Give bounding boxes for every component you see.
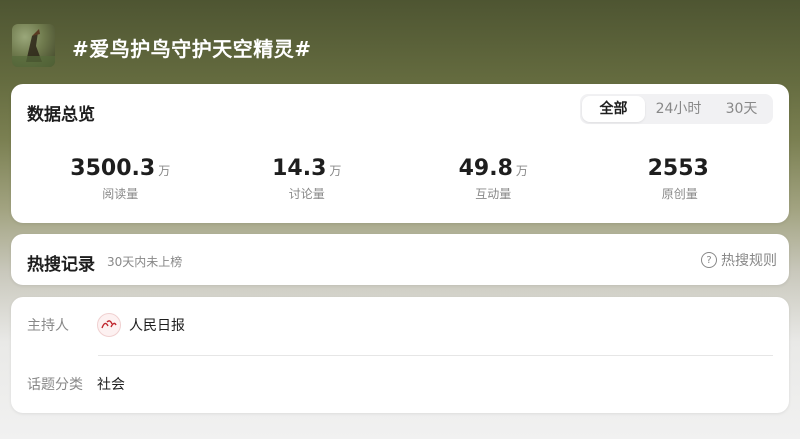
hot-search-card: 热搜记录 30天内未上榜 ? 热搜规则: [11, 234, 789, 285]
topic-thumbnail[interactable]: [12, 24, 55, 67]
hot-search-rules-link[interactable]: ? 热搜规则: [701, 250, 777, 270]
category-value: 社会: [97, 377, 125, 393]
stat-value: 49.8: [458, 156, 513, 181]
info-divider: [98, 355, 773, 356]
stat-unit: 万: [158, 164, 171, 178]
topic-info-card: 主持人 人民日报 话题分类 社会: [11, 297, 789, 413]
data-overview-card: 数据总览 全部 24小时 30天 3500.3 万 阅读量 14.3 万 讨论量 4…: [11, 84, 789, 223]
stat-label: 原创量: [661, 187, 698, 201]
time-range-tabs: 全部 24小时 30天: [580, 94, 773, 124]
stat-value: 2553: [647, 156, 709, 181]
stat-discussions: 14.3 万 讨论量: [214, 156, 401, 202]
stat-value: 3500.3: [70, 156, 156, 181]
stat-interactions: 49.8 万 互动量: [400, 156, 587, 202]
tab-24h[interactable]: 24小时: [647, 94, 710, 124]
stat-label: 互动量: [475, 187, 512, 201]
stat-unit: 万: [329, 164, 342, 178]
tab-all[interactable]: 全部: [582, 96, 645, 122]
host-row: 主持人 人民日报: [27, 313, 773, 337]
hot-search-status: 30天内未上榜: [107, 255, 183, 269]
category-label: 话题分类: [27, 377, 83, 393]
stats-row: 3500.3 万 阅读量 14.3 万 讨论量 49.8 万 互动量 2553 原创量: [27, 156, 773, 202]
bird-photo-icon: [12, 29, 55, 67]
tab-30d[interactable]: 30天: [710, 94, 773, 124]
host-name[interactable]: 人民日报: [129, 315, 185, 335]
stat-label: 讨论量: [288, 187, 325, 201]
overview-title: 数据总览: [27, 105, 95, 125]
host-avatar[interactable]: [97, 313, 121, 337]
stat-reads: 3500.3 万 阅读量: [27, 156, 214, 202]
hot-search-title: 热搜记录: [27, 255, 95, 275]
host-label: 主持人: [27, 318, 69, 334]
stat-original: 2553 原创量: [587, 156, 774, 202]
stat-label: 阅读量: [102, 187, 139, 201]
stat-unit: 万: [515, 164, 528, 178]
rules-label: 热搜规则: [721, 253, 777, 269]
topic-title: #爱鸟护鸟守护天空精灵#: [72, 37, 312, 61]
peoples-daily-logo-icon: [101, 320, 117, 329]
topic-header: #爱鸟护鸟守护天空精灵#: [0, 0, 800, 85]
category-row: 话题分类 社会: [27, 372, 773, 396]
stat-value: 14.3: [272, 156, 327, 181]
question-circle-icon: ?: [701, 252, 717, 268]
